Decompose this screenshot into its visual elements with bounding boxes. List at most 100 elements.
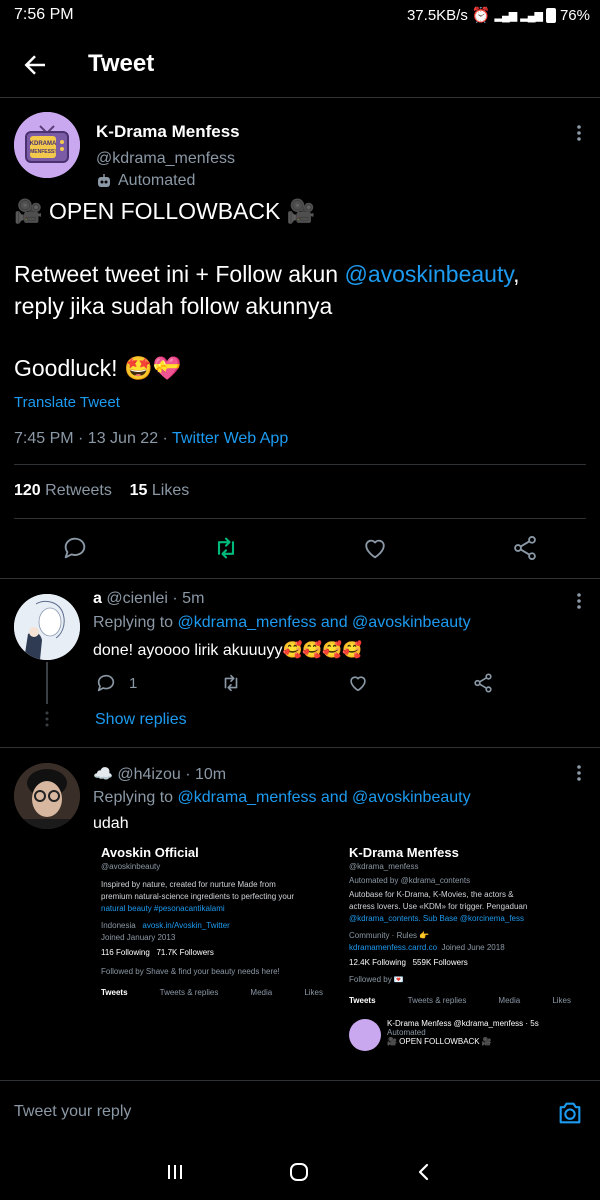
embed-right-handle: @kdrama_menfess bbox=[349, 862, 419, 871]
tweet-timestamp: 7:45 PM · 13 Jun 22 · bbox=[14, 430, 173, 447]
home-button[interactable] bbox=[289, 1162, 309, 1182]
camera-icon bbox=[559, 1102, 581, 1124]
tweet-line-3: reply jika sudah follow akunnya bbox=[14, 293, 333, 319]
share-icon bbox=[514, 535, 536, 561]
attached-image[interactable]: Avoskin Official @avoskinbeauty Inspired… bbox=[93, 835, 587, 1080]
likes-stat[interactable]: 15 Likes bbox=[130, 482, 190, 499]
system-nav-bar bbox=[0, 1144, 600, 1200]
embed-mini-automated: Automated bbox=[387, 1028, 426, 1037]
recent-apps-icon bbox=[168, 1165, 182, 1179]
embed-profile-right: K-Drama Menfess @kdrama_menfess Automate… bbox=[349, 835, 587, 1051]
embed-mini-text: 🎥 OPEN FOLLOWBACK 🎥 bbox=[387, 1037, 492, 1046]
reply-count: 1 bbox=[129, 674, 138, 692]
tv-logo-icon: KDRAMA MENFESS! bbox=[14, 112, 80, 178]
reply-divider bbox=[0, 747, 600, 748]
author-name[interactable]: K-Drama Menfess bbox=[96, 122, 240, 142]
embed-left-stats: 116 Following 71.7K Followers bbox=[101, 948, 341, 957]
reply-avatar[interactable] bbox=[14, 594, 80, 660]
share-icon bbox=[474, 673, 492, 693]
embed-left-location: Indonesia bbox=[101, 921, 136, 930]
reply-more-button[interactable] bbox=[576, 764, 582, 782]
mention-link[interactable]: @avoskinbeauty bbox=[344, 261, 513, 287]
embed-left-handle: @avoskinbeauty bbox=[101, 862, 161, 871]
author-avatar[interactable]: KDRAMA MENFESS! bbox=[14, 112, 80, 178]
tweet-line-2-suffix: , bbox=[513, 261, 520, 287]
tweet-line-2-text: Retweet tweet ini + Follow akun bbox=[14, 261, 345, 287]
tweet-line-1: 🎥 OPEN FOLLOWBACK 🎥 bbox=[14, 198, 316, 224]
camera-button[interactable] bbox=[556, 1099, 584, 1127]
embed-left-meta: Indonesia avosk.in/Avoskin_Twitter bbox=[101, 921, 341, 930]
embed-left-tab: Tweets bbox=[101, 988, 128, 997]
embed-right-bio-2: actress lovers. Use «KDM» for trigger. P… bbox=[349, 902, 528, 911]
embed-right-followed-by: Followed by 💌 bbox=[349, 975, 404, 984]
embed-left-joined: Joined January 2013 bbox=[101, 933, 176, 942]
reply-handle-time: @cienlei · 5m bbox=[106, 590, 205, 607]
chevron-left-icon bbox=[418, 1163, 429, 1181]
svg-text:KDRAMA: KDRAMA bbox=[30, 141, 57, 147]
tweet-source-link[interactable]: Twitter Web App bbox=[172, 430, 288, 447]
reply-header: a @cienlei · 5m bbox=[93, 590, 204, 608]
reply-1-retweet-button[interactable] bbox=[219, 672, 243, 694]
tweet-divider bbox=[0, 578, 600, 579]
retweets-stat[interactable]: 120 Retweets bbox=[14, 482, 112, 499]
robot-icon bbox=[98, 174, 110, 187]
reply-author-name[interactable]: ☁️ bbox=[93, 766, 113, 783]
recent-apps-button[interactable] bbox=[166, 1163, 184, 1181]
embed-profile-left: Avoskin Official @avoskinbeauty Inspired… bbox=[101, 835, 341, 997]
signal-icon-2: ▂▄▆ bbox=[520, 9, 543, 22]
status-indicators: 37.5KB/s ⏰ ▂▄▆ ▂▄▆ 76% bbox=[406, 6, 590, 25]
embed-left-bio-1: Inspired by nature, created for nurture … bbox=[101, 880, 276, 889]
embed-left-followers: 71.7K Followers bbox=[156, 948, 214, 957]
replying-to-prefix: Replying to bbox=[93, 614, 178, 631]
replying-to-prefix: Replying to bbox=[93, 789, 178, 806]
reply-1-share-button[interactable] bbox=[472, 672, 494, 694]
tweet-line-2: Retweet tweet ini + Follow akun @avoskin… bbox=[14, 258, 520, 290]
embed-left-tab: Tweets & replies bbox=[159, 988, 219, 997]
replying-to-mentions[interactable]: @kdrama_menfess and @avoskinbeauty bbox=[178, 614, 471, 631]
reply-author-name[interactable]: a bbox=[93, 590, 102, 607]
alarm-icon: ⏰ bbox=[471, 7, 491, 24]
embed-right-tab: Tweets & replies bbox=[407, 996, 467, 1005]
like-button[interactable] bbox=[361, 534, 389, 562]
embed-right-community: Community · Rules 👉 bbox=[349, 931, 430, 940]
embed-right-tab: Tweets bbox=[349, 996, 376, 1005]
retweet-button[interactable] bbox=[212, 534, 240, 562]
embed-right-joined: Joined June 2018 bbox=[441, 943, 505, 952]
reply-button[interactable] bbox=[61, 534, 89, 562]
embed-right-bio-1: Autobase for K-Drama, K-Movies, the acto… bbox=[349, 890, 514, 899]
photo-avatar-icon bbox=[14, 763, 80, 829]
system-back-button[interactable] bbox=[414, 1162, 434, 1182]
illustration-avatar-icon bbox=[14, 594, 80, 660]
network-speed: 37.5KB/s bbox=[406, 6, 468, 24]
replying-to-mentions[interactable]: @kdrama_menfess and @avoskinbeauty bbox=[178, 789, 471, 806]
embed-left-tabs: Tweets Tweets & replies Media Likes bbox=[101, 988, 323, 997]
show-replies-link[interactable]: Show replies bbox=[95, 711, 187, 729]
reply-header: ☁️ @h4izou · 10m bbox=[93, 764, 226, 784]
back-button[interactable] bbox=[20, 50, 50, 80]
tweet-meta: 7:45 PM · 13 Jun 22 · Twitter Web App bbox=[14, 430, 288, 448]
embed-left-tab: Likes bbox=[304, 988, 323, 997]
embed-left-bio-2: premium natural-science ingredients to p… bbox=[101, 892, 294, 901]
share-button[interactable] bbox=[511, 534, 539, 562]
comment-icon bbox=[97, 674, 115, 692]
author-handle[interactable]: @kdrama_menfess bbox=[96, 150, 235, 168]
reply-input[interactable]: Tweet your reply bbox=[14, 1103, 131, 1121]
retweets-count: 120 bbox=[14, 482, 41, 499]
arrow-left-icon bbox=[24, 55, 45, 75]
translate-tweet-link[interactable]: Translate Tweet bbox=[14, 394, 120, 411]
automated-label: Automated bbox=[96, 172, 195, 190]
more-vertical-icon bbox=[577, 593, 581, 609]
thread-line bbox=[46, 662, 48, 704]
embed-mini-avatar bbox=[349, 1019, 381, 1051]
signal-icon: ▂▄▆ bbox=[494, 9, 518, 22]
embed-right-automated: Automated by @kdrama_contents bbox=[349, 876, 471, 885]
reply-1-reply-button[interactable]: 1 bbox=[95, 672, 137, 694]
embed-left-link: avosk.in/Avoskin_Twitter bbox=[142, 921, 230, 930]
status-time: 7:56 PM bbox=[14, 6, 74, 23]
engagement-counts: 120 Retweets 15 Likes bbox=[14, 482, 189, 500]
reply-avatar[interactable] bbox=[14, 763, 80, 829]
more-options-button[interactable] bbox=[576, 124, 582, 142]
reply-more-button[interactable] bbox=[576, 592, 582, 610]
retweets-label: Retweets bbox=[45, 482, 112, 499]
reply-1-like-button[interactable] bbox=[346, 672, 370, 694]
